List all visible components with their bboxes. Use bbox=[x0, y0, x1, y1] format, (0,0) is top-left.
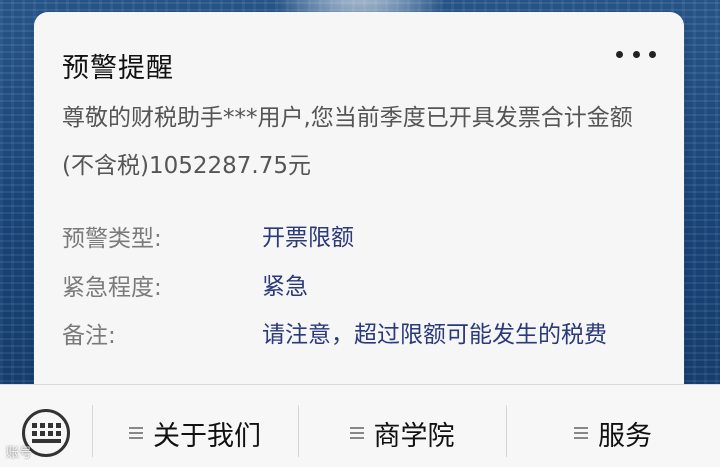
field-value: 紧急 bbox=[262, 274, 308, 300]
warning-card: 预警提醒 尊敬的财税助手***用户,您当前季度已开具发票合计金额(不含税)105… bbox=[34, 12, 684, 412]
menu-item-services[interactable]: 服务 bbox=[506, 411, 720, 455]
menu-item-label: 商学院 bbox=[373, 420, 455, 452]
watermark-text: 账号 bbox=[6, 446, 33, 461]
menu-item-label: 服务 bbox=[598, 420, 652, 452]
more-options-icon[interactable] bbox=[616, 42, 656, 66]
menu-item-about-us[interactable]: 关于我们 bbox=[92, 411, 298, 455]
field-label: 预警类型: bbox=[62, 226, 162, 252]
menu-icon bbox=[574, 427, 588, 439]
menu-item-business-school[interactable]: 商学院 bbox=[298, 411, 506, 455]
warning-message: 尊敬的财税助手***用户,您当前季度已开具发票合计金额(不含税)1052287.… bbox=[62, 105, 633, 179]
menu-item-label: 关于我们 bbox=[153, 420, 261, 452]
field-label: 备注: bbox=[62, 323, 116, 349]
field-value: 请注意，超过限额可能发生的税费 bbox=[262, 322, 607, 348]
field-label: 紧急程度: bbox=[62, 275, 162, 301]
card-title: 预警提醒 bbox=[62, 53, 174, 84]
field-value: 开票限额 bbox=[262, 225, 354, 251]
menu-icon bbox=[349, 427, 364, 439]
bottom-menu-bar: 关于我们 商学院 服务 bbox=[0, 384, 720, 467]
menu-icon bbox=[129, 427, 143, 439]
